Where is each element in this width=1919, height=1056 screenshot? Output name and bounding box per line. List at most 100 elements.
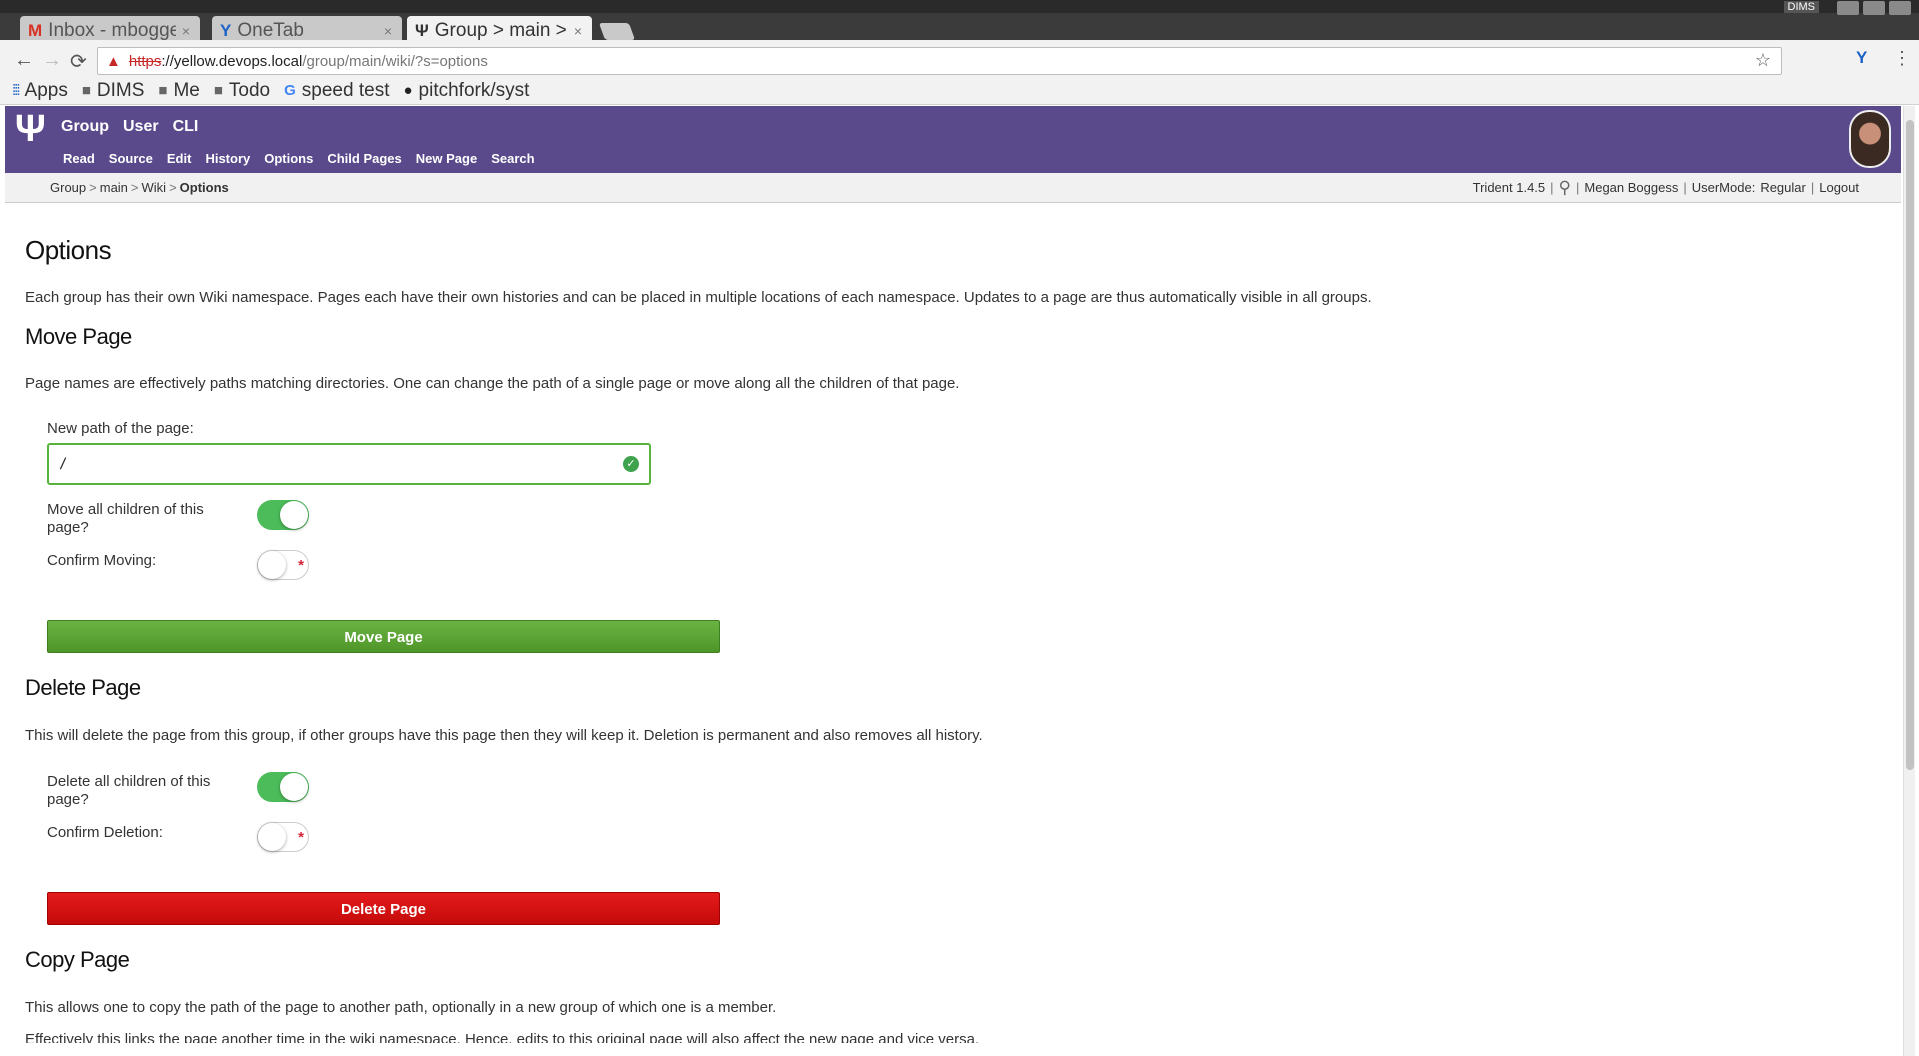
nav-options[interactable]: Options: [264, 151, 313, 166]
bookmark-label: Me: [173, 79, 200, 101]
extension-icon[interactable]: Y: [1856, 48, 1867, 68]
options-content: Options Each group has their own Wiki na…: [25, 203, 1895, 1043]
toggle-knob: [258, 823, 286, 851]
toggle-knob: [258, 551, 286, 579]
nav-source[interactable]: Source: [109, 151, 153, 166]
nav-read[interactable]: Read: [63, 151, 95, 166]
apps-icon: ⁞⁞⁞: [12, 82, 20, 99]
new-tab-button[interactable]: [598, 23, 636, 40]
reload-icon[interactable]: ⟳: [70, 49, 87, 74]
move-page-description: Page names are effectively paths matchin…: [25, 375, 960, 392]
search-icon[interactable]: ⚲: [1559, 179, 1571, 196]
divider: |: [1576, 180, 1580, 195]
close-window-icon[interactable]: [1889, 1, 1911, 15]
main-nav: Group User CLI: [61, 118, 198, 136]
toggle-knob: [280, 773, 308, 801]
breadcrumb-bar: Group > main > Wiki > Options Trident 1.4.5 | …: [5, 173, 1901, 203]
folder-icon: ■: [81, 82, 91, 99]
bookmark-me[interactable]: ■ Me: [158, 80, 199, 102]
usermode-label: UserMode:: [1691, 180, 1756, 195]
logout-link[interactable]: Logout: [1819, 180, 1859, 195]
copy-page-heading: Copy Page: [25, 947, 130, 972]
breadcrumb-separator: >: [130, 180, 139, 195]
page-scrollbar[interactable]: [1903, 106, 1915, 1056]
bookmark-label: pitchfork/syst: [418, 79, 530, 101]
copy-page-note: Effectively this links the page another …: [25, 1031, 980, 1043]
nav-group[interactable]: Group: [61, 118, 109, 136]
close-icon[interactable]: ×: [182, 23, 190, 39]
tab-group-main[interactable]: Ψ Group > main > W ×: [407, 16, 592, 43]
bookmark-dims[interactable]: ■ DIMS: [82, 80, 145, 102]
onetab-icon: Y: [220, 20, 232, 40]
avatar[interactable]: [1849, 110, 1891, 168]
delete-page-heading: Delete Page: [25, 675, 141, 700]
move-children-label: Move all children of this page?: [47, 501, 204, 536]
copy-page-description: This allows one to copy the path of the …: [25, 999, 777, 1016]
breadcrumb-main[interactable]: main: [100, 180, 128, 195]
window-controls: [1837, 1, 1911, 15]
move-page-heading: Move Page: [25, 324, 132, 349]
bookmark-speed-test[interactable]: G speed test: [284, 80, 389, 102]
move-page-button[interactable]: Move Page: [47, 620, 720, 653]
close-icon[interactable]: ×: [384, 23, 392, 39]
url-host: ://yellow.devops.local: [161, 52, 303, 70]
github-icon: ●: [403, 82, 413, 99]
browser-tab-strip: M Inbox - mbogge × Y OneTab × Ψ Group > …: [0, 0, 1919, 43]
google-icon: G: [284, 82, 296, 99]
trident-icon: Ψ: [415, 20, 429, 40]
new-path-label: New path of the page:: [47, 420, 194, 437]
close-icon[interactable]: ×: [574, 23, 582, 39]
delete-page-button[interactable]: Delete Page: [47, 892, 720, 925]
nav-user[interactable]: User: [123, 118, 159, 136]
move-children-toggle[interactable]: [257, 500, 309, 530]
confirm-deletion-toggle[interactable]: *: [257, 822, 309, 852]
nav-cli[interactable]: CLI: [173, 118, 199, 136]
user-bar: Trident 1.4.5 | ⚲ | Megan Boggess | User…: [1472, 179, 1859, 196]
delete-children-label: Delete all children of this page?: [47, 773, 211, 808]
divider: |: [1550, 180, 1554, 195]
back-icon[interactable]: ←: [14, 49, 34, 72]
delete-children-toggle[interactable]: [257, 772, 309, 802]
confirm-moving-toggle[interactable]: *: [257, 550, 309, 580]
site-header: Ψ Group User CLI Read Source Edit Histor…: [5, 106, 1901, 173]
required-asterisk-icon: *: [298, 557, 304, 574]
confirm-moving-label: Confirm Moving:: [47, 552, 157, 569]
nav-search[interactable]: Search: [491, 151, 534, 166]
breadcrumb: Group > main > Wiki > Options: [50, 180, 229, 195]
tab-inbox[interactable]: M Inbox - mbogge ×: [20, 16, 200, 43]
bookmark-apps[interactable]: ⁞⁞⁞ Apps: [12, 80, 68, 102]
scrollbar-thumb[interactable]: [1906, 120, 1914, 770]
bookmark-label: Todo: [228, 79, 271, 101]
address-bar[interactable]: ▲ https://yellow.devops.local/group/main…: [97, 47, 1782, 75]
trident-logo-icon[interactable]: Ψ: [15, 108, 46, 151]
breadcrumb-current: Options: [179, 180, 229, 195]
nav-child-pages[interactable]: Child Pages: [327, 151, 401, 166]
breadcrumb-wiki[interactable]: Wiki: [142, 180, 167, 195]
gmail-icon: M: [28, 20, 43, 40]
bookmark-pitchfork[interactable]: ● pitchfork/syst: [403, 80, 529, 102]
new-path-input[interactable]: / ✓: [47, 443, 651, 485]
minimize-icon[interactable]: [1837, 1, 1859, 15]
maximize-icon[interactable]: [1863, 1, 1885, 15]
new-path-value: /: [59, 456, 68, 472]
breadcrumb-group[interactable]: Group: [50, 180, 86, 195]
usermode-link[interactable]: Regular: [1760, 180, 1806, 195]
nav-history[interactable]: History: [205, 151, 250, 166]
delete-page-description: This will delete the page from this grou…: [25, 727, 983, 744]
bookmark-todo[interactable]: ■ Todo: [214, 80, 270, 102]
user-name-link[interactable]: Megan Boggess: [1584, 180, 1678, 195]
forward-icon[interactable]: →: [42, 49, 62, 72]
folder-icon: ■: [158, 82, 168, 99]
page-title: Options: [25, 235, 112, 265]
tab-onetab[interactable]: Y OneTab ×: [212, 16, 402, 43]
menu-icon[interactable]: ⋮: [1893, 48, 1911, 69]
tab-title: OneTab: [237, 19, 304, 41]
version-label: Trident 1.4.5: [1472, 180, 1546, 195]
nav-new-page[interactable]: New Page: [416, 151, 477, 166]
folder-icon: ■: [213, 82, 223, 99]
nav-edit[interactable]: Edit: [167, 151, 192, 166]
toggle-knob: [280, 501, 308, 529]
bookmark-star-icon[interactable]: ☆: [1755, 50, 1771, 71]
divider: |: [1810, 180, 1815, 195]
divider: |: [1683, 180, 1687, 195]
